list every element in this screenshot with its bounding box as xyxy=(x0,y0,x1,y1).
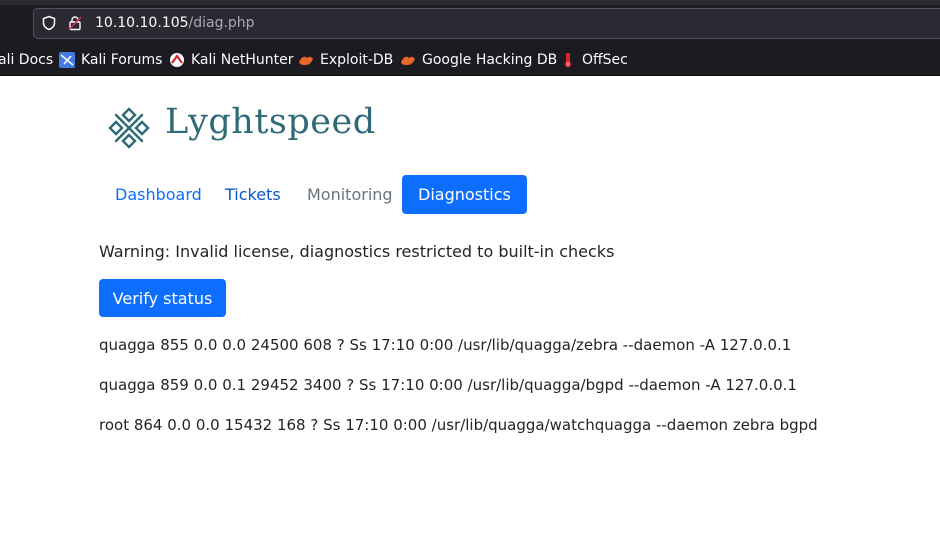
exploit-db-icon xyxy=(299,56,313,66)
bookmark-label: Kali Forums xyxy=(81,52,163,68)
offsec-icon xyxy=(565,53,571,68)
url-host: 10.10.10.105 xyxy=(95,15,189,31)
nav-diagnostics-active[interactable]: Diagnostics xyxy=(402,175,527,214)
kali-forums-icon xyxy=(59,52,75,68)
nav-monitoring[interactable]: Monitoring xyxy=(291,175,409,214)
process-line: quagga 855 0.0 0.0 24500 608 ? Ss 17:10 … xyxy=(99,336,792,354)
kali-nethunter-icon xyxy=(170,53,184,67)
bookmark-kali-docs[interactable]: ali Docs xyxy=(0,51,53,69)
bookmark-google-hacking-db[interactable]: Google Hacking DB xyxy=(400,51,557,69)
address-bar[interactable]: 10.10.10.105/diag.php xyxy=(33,8,940,39)
insecure-lock-icon[interactable] xyxy=(67,15,83,31)
ghdb-icon xyxy=(401,56,415,66)
tab-strip xyxy=(0,0,940,5)
bookmark-kali-forums[interactable]: Kali Forums xyxy=(59,51,162,69)
bookmark-label: Kali NetHunter xyxy=(191,52,294,68)
process-line: root 864 0.0 0.0 15432 168 ? Ss 17:10 0:… xyxy=(99,416,818,434)
url-text[interactable]: 10.10.10.105/diag.php xyxy=(95,15,255,31)
browser-toolbar: 10.10.10.105/diag.php xyxy=(0,0,940,44)
nav-dashboard[interactable]: Dashboard xyxy=(99,175,218,214)
bookmark-label: OffSec xyxy=(582,52,628,68)
url-path: /diag.php xyxy=(188,15,255,31)
bookmarks-toolbar: ali Docs Kali Forums Kali NetHunter Expl… xyxy=(0,44,940,76)
lyghtspeed-logo-icon[interactable] xyxy=(107,106,151,150)
verify-status-button[interactable]: Verify status xyxy=(99,279,226,317)
bookmark-label: Google Hacking DB xyxy=(422,52,558,68)
brand-name[interactable]: Lyghtspeed xyxy=(165,102,376,142)
nav-tickets[interactable]: Tickets xyxy=(209,175,297,214)
bookmark-label: Exploit-DB xyxy=(320,52,394,68)
shield-icon[interactable] xyxy=(41,15,57,31)
bookmark-label: ali Docs xyxy=(0,52,54,68)
license-warning: Warning: Invalid license, diagnostics re… xyxy=(99,242,615,261)
bookmark-exploit-db[interactable]: Exploit-DB xyxy=(298,51,393,69)
bookmark-offsec[interactable]: OffSec xyxy=(560,51,628,69)
bookmark-kali-nethunter[interactable]: Kali NetHunter xyxy=(169,51,293,69)
process-line: quagga 859 0.0 0.1 29452 3400 ? Ss 17:10… xyxy=(99,376,797,394)
